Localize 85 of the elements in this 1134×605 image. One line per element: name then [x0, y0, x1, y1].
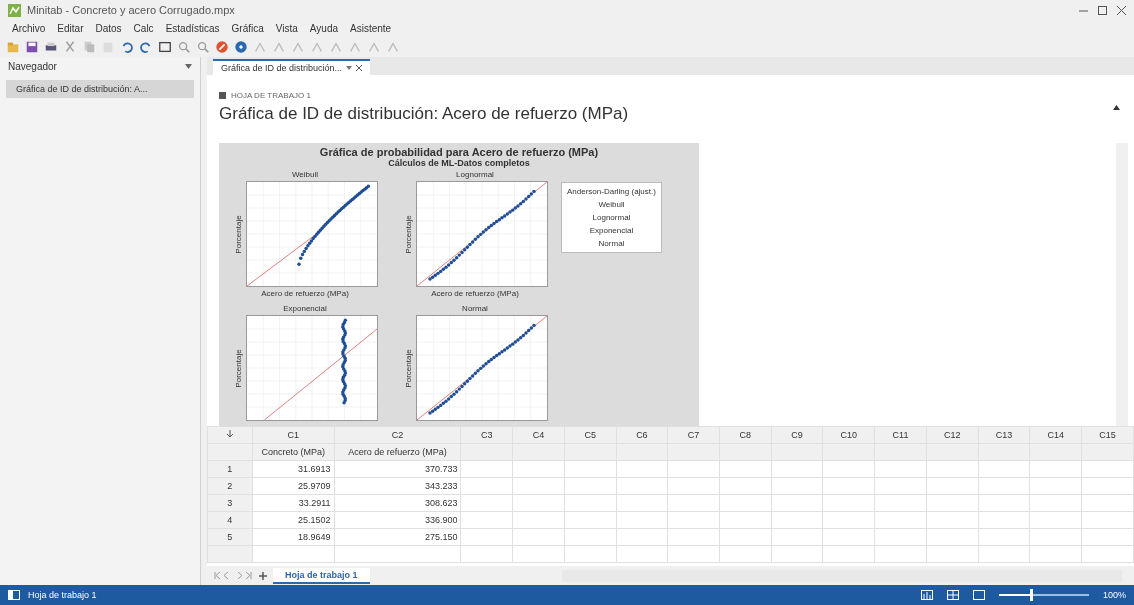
table-cell: 25.9709 [252, 477, 335, 495]
column-header[interactable]: C1 [252, 426, 335, 444]
column-header[interactable]: C12 [926, 426, 979, 444]
plot-title: Exponencial [283, 304, 327, 314]
graph-subtitle: Cálculos de ML-Datos completos [388, 158, 530, 169]
table-cell: 33.2911 [252, 494, 335, 512]
table-cell: 25.1502 [252, 511, 335, 529]
column-header[interactable]: C13 [978, 426, 1030, 444]
window-title: Minitab - Concreto y acero Corrugado.mpx [27, 4, 235, 16]
undo-icon[interactable] [120, 40, 134, 54]
column-header[interactable]: C8 [719, 426, 772, 444]
column-header[interactable]: C2 [334, 426, 461, 444]
column-header[interactable]: C10 [822, 426, 875, 444]
zoom-slider[interactable] [998, 589, 1089, 601]
legend-text: Anderson-Darling (ajust.) [567, 187, 656, 197]
status-text: Hoja de trabajo 1 [28, 590, 97, 600]
collapse-icon[interactable] [1113, 104, 1120, 110]
window-icon[interactable] [158, 40, 172, 54]
worksheet-label: HOJA DE TRABAJO 1 [231, 90, 311, 100]
output-title: Gráfica de ID de distribución: Acero de refuerzo (MPa) [219, 103, 629, 124]
column-header[interactable]: C11 [874, 426, 927, 444]
close-icon[interactable] [1117, 5, 1126, 15]
legend-text: Normal [598, 239, 625, 249]
graph-title: Gráfica de probabilidad para Acero de refuerzo (MPa) [319, 146, 599, 159]
plot-title: Lognormal [456, 170, 494, 180]
axis-label: Acero de refuerzo (MPa) [431, 289, 519, 299]
menu-item[interactable]: Editar [57, 23, 84, 34]
pin-icon[interactable] [346, 64, 353, 71]
legend-text: Exponencial [589, 226, 634, 236]
table-cell: 343.233 [334, 477, 461, 495]
legend-text: Weibull [598, 200, 625, 210]
table-cell: 31.6913 [252, 460, 335, 478]
add-icon[interactable] [259, 571, 267, 580]
column-header[interactable]: C6 [616, 426, 668, 444]
column-header[interactable]: C7 [667, 426, 720, 444]
menu-item[interactable]: Asistente [350, 23, 392, 34]
menu-item[interactable]: Gráfica [231, 23, 264, 34]
search-icon[interactable] [196, 40, 210, 54]
close-icon[interactable] [356, 64, 363, 71]
panel-icon[interactable] [8, 590, 20, 600]
axis-label: Acero de refuerzo (MPa) [261, 289, 349, 299]
zoom-level: 100% [1102, 590, 1126, 600]
stop-icon[interactable] [215, 40, 229, 54]
menu-item[interactable]: Ayuda [309, 23, 339, 34]
table-cell: 18.9649 [252, 528, 335, 546]
menu-item[interactable]: Estadísticas [165, 23, 220, 34]
table-cell: 370.733 [334, 460, 461, 478]
column-header[interactable]: C15 [1081, 426, 1134, 444]
print-icon[interactable] [44, 40, 58, 54]
column-header[interactable]: C9 [771, 426, 823, 444]
arrow-down-icon[interactable] [226, 430, 233, 439]
menu-item[interactable]: Vista [275, 23, 298, 34]
sheet-tab[interactable]: Hoja de trabajo 1 [273, 567, 370, 584]
column-header[interactable]: C14 [1029, 426, 1082, 444]
plot-title: Weibull [291, 170, 319, 180]
plot-title: Normal [462, 304, 488, 314]
axis-label: Porcentaje [403, 215, 413, 254]
scrollbar[interactable] [1116, 143, 1128, 427]
legend-text: Lognormal [592, 213, 631, 223]
app-logo-icon [8, 3, 21, 17]
dropdown-icon[interactable] [185, 64, 192, 69]
navigator-item[interactable]: Gráfica de ID de distribución: A... [6, 80, 194, 98]
column-header[interactable]: C5 [564, 426, 617, 444]
save-icon[interactable] [25, 40, 39, 54]
worksheet-icon [219, 91, 226, 99]
table-cell: 336.900 [334, 511, 461, 529]
menu-item[interactable]: Datos [95, 23, 122, 34]
table-cell: 275.150 [334, 528, 461, 546]
redo-icon[interactable] [139, 40, 153, 54]
axis-label: Porcentaje [233, 349, 243, 388]
column-header[interactable]: C3 [460, 426, 513, 444]
axis-label: Porcentaje [233, 215, 243, 254]
table-cell: 308.623 [334, 494, 461, 512]
cut-icon[interactable] [63, 40, 77, 54]
axis-label: Porcentaje [403, 349, 413, 388]
menu-item[interactable]: Archivo [12, 23, 46, 34]
column-header[interactable]: C4 [512, 426, 565, 444]
grid-view-icon[interactable] [946, 590, 959, 600]
search-icon[interactable] [177, 40, 191, 54]
menu-item[interactable]: Calc [133, 23, 154, 34]
sheet-navigation-icon[interactable] [213, 572, 253, 580]
document-tab[interactable]: Gráfica de ID de distribución... [213, 58, 371, 75]
panel-title: Navegador [8, 61, 57, 72]
maximize-icon[interactable] [1098, 5, 1107, 15]
worksheet-view-icon[interactable] [920, 590, 933, 600]
